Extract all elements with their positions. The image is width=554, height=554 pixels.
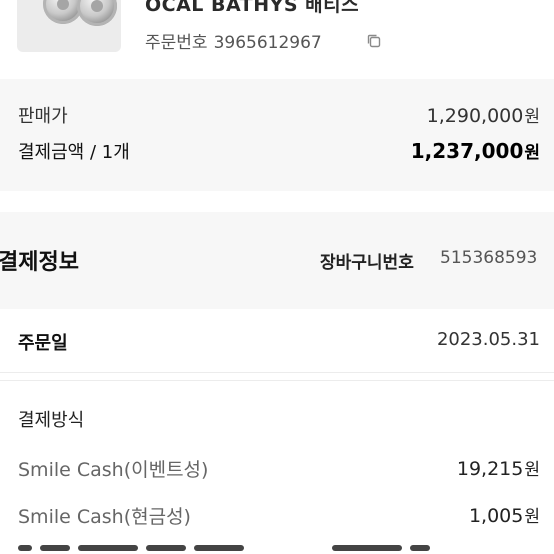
order-number: 주문번호 3965612967	[145, 28, 322, 53]
payment-info-title: 결제정보	[0, 250, 79, 275]
sale-price-row: 판매가 1,290,000원	[18, 102, 540, 132]
knob-image-right	[77, 0, 117, 26]
order-date-row: 주문일 2023.05.31	[0, 309, 554, 373]
order-date-value: 2023.05.31	[436, 329, 540, 350]
payment-amount-value: 1,237,000원	[410, 139, 540, 163]
payment-method-amount: 1,005원	[468, 505, 540, 527]
payment-method-label: Smile Cash(현금성)	[18, 506, 191, 528]
cart-number-value: 515368593	[440, 248, 538, 268]
section-divider	[0, 380, 554, 381]
product-name[interactable]: OCAL BATHYS 배티스	[145, 0, 359, 17]
payment-amount-row: 결제금액 / 1개 1,237,000원	[18, 138, 540, 168]
price-summary: 판매가 1,290,000원 결제금액 / 1개 1,237,000원	[0, 79, 554, 191]
payment-method-item: Smile Cash(현금성) 1,005원	[18, 502, 540, 532]
payment-method-title: 결제방식	[18, 410, 85, 431]
product-thumbnail[interactable]	[17, 0, 121, 52]
order-number-label: 주문번호	[145, 33, 208, 53]
order-date-label: 주문일	[18, 333, 68, 354]
sale-price-label: 판매가	[18, 106, 68, 127]
payment-method-amount: 19,215원	[456, 458, 540, 480]
product-summary: OCAL BATHYS 배티스 주문번호 3965612967	[0, 0, 554, 70]
payment-amount-label: 결제금액 / 1개	[18, 142, 130, 163]
sale-price-value: 1,290,000원	[426, 105, 540, 127]
payment-method-label: Smile Cash(이벤트성)	[18, 459, 209, 481]
copy-icon[interactable]	[365, 32, 383, 50]
cart-number-label: 장바구니번호	[320, 253, 414, 273]
payment-info-header: 결제정보 장바구니번호 515368593	[0, 212, 554, 309]
clipped-row-fragment	[18, 545, 554, 554]
order-number-value: 3965612967	[213, 33, 322, 53]
payment-method-item: Smile Cash(이벤트성) 19,215원	[18, 455, 540, 485]
